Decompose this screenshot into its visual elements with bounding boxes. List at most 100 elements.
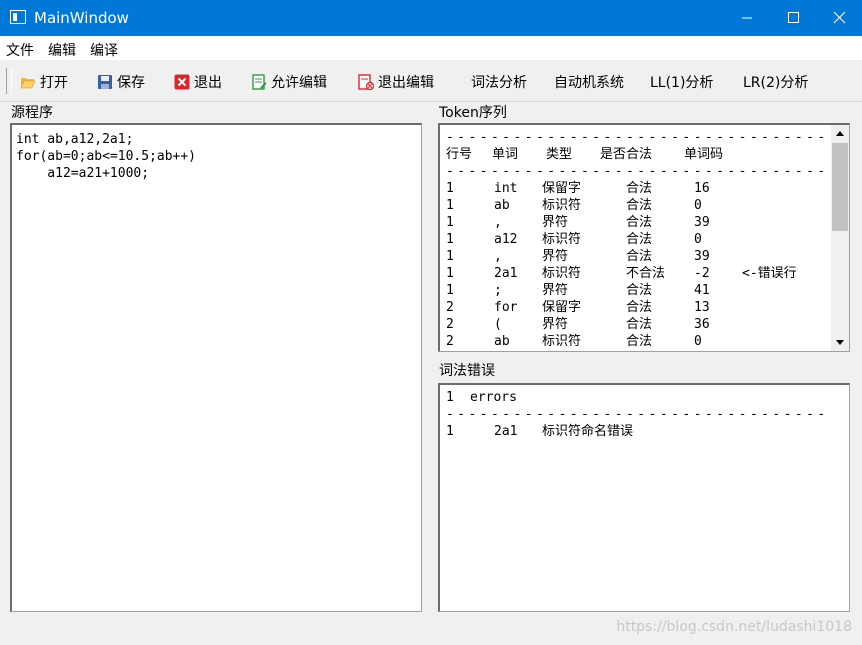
token-scrollbar[interactable] [831,125,849,351]
token-row: 2 ab 标识符 合法 0 [446,333,826,350]
source-line: int ab,a12,2a1; [16,132,134,147]
exit-label: 退出 [194,75,222,91]
token-row: 1, 界符 合法 39 [446,248,826,265]
token-valid: 合法 [626,334,653,349]
token-row: 1 2a1 标识符 不合法 -2 <-错误行 [446,265,826,282]
token-line: 1 [446,232,454,247]
error-table: 1 errors 1 2a1 标识符命名错误 [446,389,826,440]
panel-splitter[interactable] [428,102,436,612]
token-row: 1; 界符 合法 41 [446,282,826,299]
token-row: 1, 界符 合法 39 [446,214,826,231]
token-word: int [494,181,518,196]
token-line: 2 [446,300,454,315]
token-valid: 合法 [626,283,653,298]
token-row: 2 for 保留字 合法 13 [446,299,826,316]
menu-edit[interactable]: 编辑 [48,40,76,60]
scroll-down-icon[interactable] [831,334,849,351]
header-type: 类型 [546,147,573,162]
menu-compile[interactable]: 编译 [90,40,118,60]
token-word: a12 [494,232,518,247]
close-icon [833,11,846,24]
exit-button[interactable]: 退出 [174,72,222,92]
source-line: a12=a21+1000; [16,166,150,181]
source-label: 源程序 [11,105,53,121]
error-line: 1 [446,424,454,439]
token-row: 2 (界符 合法 36 [446,316,826,333]
minimize-button[interactable] [724,0,770,36]
floppy-disk-icon [98,75,112,89]
error-word: 2a1 [494,424,518,439]
token-list[interactable]: 行号 单词 类型 是否合法 单词码 1int保留字合法161ab标识符合法01,… [438,123,850,352]
close-button[interactable] [816,0,862,36]
token-line: 1 [446,266,454,281]
exit-edit-label: 退出编辑 [378,75,434,91]
token-valid: 合法 [626,198,653,213]
token-valid: 合法 [626,215,653,230]
token-type: 界符 [542,317,569,332]
token-word: , [494,215,502,230]
token-valid: 合法 [626,317,653,332]
token-line: 1 [446,198,454,213]
open-label: 打开 [40,75,68,91]
watermark: https://blog.csdn.net/ludashi1018 [616,619,852,635]
exit-edit-button[interactable]: 退出编辑 [358,72,434,92]
token-valid: 合法 [626,232,653,247]
errors-label: 词法错误 [439,363,495,379]
token-line: 1 [446,249,454,264]
token-code: 39 [694,215,710,230]
source-editor[interactable]: int ab,a12,2a1; for(ab=0;ab<=10.5;ab++) … [10,123,422,612]
app-icon [10,10,26,24]
token-valid: 合法 [626,181,653,196]
token-word: ab [494,334,510,349]
token-word: 2a1 [494,266,518,281]
maximize-button[interactable] [770,0,816,36]
token-code: 36 [694,317,710,332]
allow-edit-button[interactable]: 允许编辑 [251,72,327,92]
token-note: <-错误行 [742,266,797,281]
scroll-up-icon[interactable] [831,125,849,142]
token-rows: 1 int 保留字 合法 16 1 ab 标识符 合法 0 1, 界符 合法 39 1 a12 标识符 合法 0 1,… [446,180,826,350]
folder-open-icon [20,78,36,89]
token-type: 保留字 [542,300,582,315]
token-table: 行号 单词 类型 是否合法 单词码 1int保留字合法161ab标识符合法01,… [446,129,826,350]
token-code: 39 [694,249,710,264]
token-code: 16 [694,181,710,196]
token-type: 保留字 [542,181,582,196]
token-word: ab [494,198,510,213]
token-word: ; [494,283,502,298]
cancel-document-icon [358,74,374,90]
token-type: 标识符 [542,232,582,247]
token-header-row: 行号 单词 类型 是否合法 单词码 [446,146,826,163]
toolbar-grip[interactable] [6,68,12,94]
minimize-icon [742,17,752,19]
save-label: 保存 [117,75,145,91]
token-valid: 合法 [626,300,653,315]
header-valid: 是否合法 [600,147,653,162]
save-button[interactable]: 保存 [97,72,145,92]
lr2-analysis-button[interactable]: LR(2)分析 [743,72,808,92]
token-word: ( [494,317,502,332]
lexical-analysis-label: 词法分析 [471,75,527,91]
token-code: 0 [694,334,702,349]
ll1-analysis-button[interactable]: LL(1)分析 [650,72,713,92]
token-code: 0 [694,232,702,247]
separator [446,129,826,146]
token-type: 标识符 [542,266,582,281]
token-line: 2 [446,334,454,349]
separator [446,163,826,180]
token-row: 1 a12 标识符 合法 0 [446,231,826,248]
automaton-button[interactable]: 自动机系统 [554,72,624,92]
lexical-analysis-button[interactable]: 词法分析 [471,72,527,92]
error-list[interactable]: 1 errors 1 2a1 标识符命名错误 [438,383,850,612]
allow-edit-label: 允许编辑 [271,75,327,91]
header-word: 单词 [492,147,519,162]
open-button[interactable]: 打开 [20,72,68,92]
token-code: 41 [694,283,710,298]
menu-file[interactable]: 文件 [6,40,34,60]
header-code: 单词码 [684,147,724,162]
red-x-icon [174,74,190,90]
token-type: 界符 [542,249,569,264]
window-title: MainWindow [34,9,129,27]
automaton-label: 自动机系统 [554,75,624,91]
scroll-thumb[interactable] [832,143,848,231]
